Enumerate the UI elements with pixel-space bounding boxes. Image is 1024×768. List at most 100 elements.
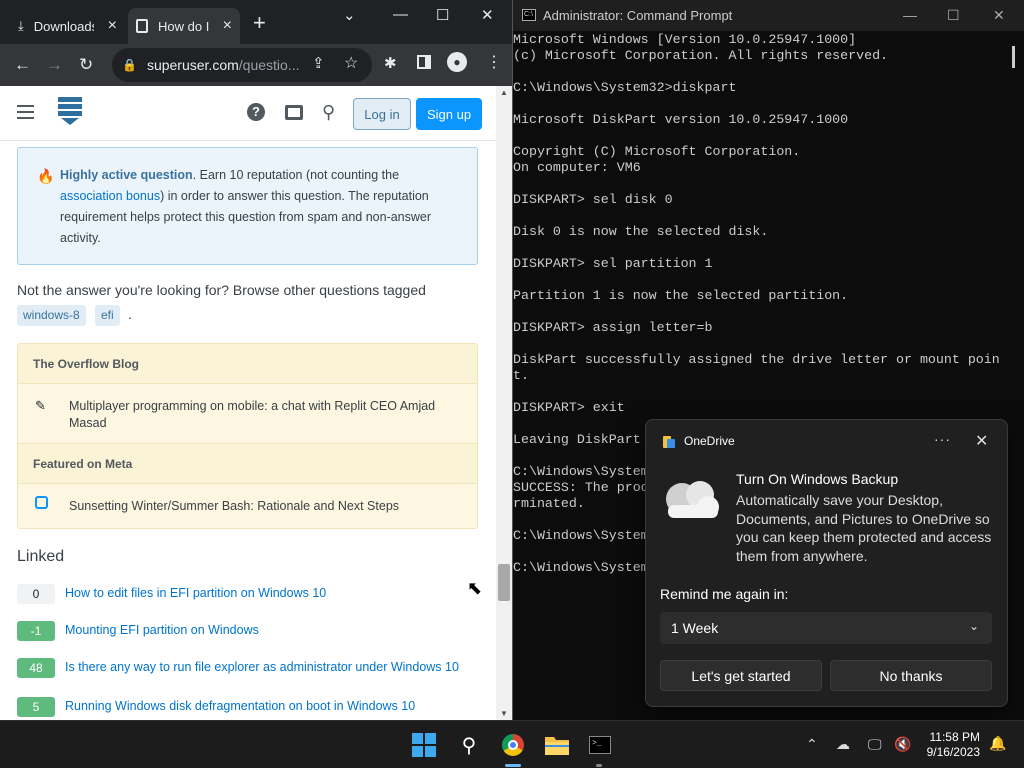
search-icon[interactable]: ⚲	[453, 729, 485, 761]
network-icon[interactable]: 🖵	[868, 736, 882, 753]
browser-toolbar: ← → ↻ 🔒 superuser.com /questio... ⇪ ☆ ✱ …	[0, 44, 512, 86]
close-icon[interactable]: ✕	[993, 7, 1005, 24]
notification-body: Automatically save your Desktop, Documen…	[736, 492, 992, 564]
file-explorer-button[interactable]	[541, 729, 573, 761]
clock-time: 11:58 PM	[929, 730, 980, 744]
system-clock[interactable]: 11:58 PM 9/16/2023	[922, 730, 980, 760]
bookmark-star-icon[interactable]: ☆	[344, 53, 358, 73]
profile-icon[interactable]: ●	[447, 52, 467, 72]
cmd-app-icon: C:\	[522, 9, 536, 21]
maximize-icon[interactable]: ☐	[947, 7, 960, 24]
linked-item-link[interactable]: Running Windows disk defragmentation on …	[65, 699, 415, 713]
onedrive-notification: OneDrive ··· ✕ Turn On Windows Backup Au…	[645, 419, 1008, 707]
tag-efi[interactable]: efi	[95, 305, 120, 326]
volume-muted-icon[interactable]: 🔇	[894, 736, 911, 753]
extensions-icon[interactable]: ✱	[384, 54, 397, 72]
side-panel-icon[interactable]	[417, 55, 431, 69]
blog-item-link[interactable]: Multiplayer programming on mobile: a cha…	[69, 399, 435, 430]
blog-item[interactable]: ✎ Multiplayer programming on mobile: a c…	[18, 384, 477, 444]
scrollbar-thumb[interactable]	[498, 564, 510, 601]
menu-dots-icon[interactable]: ⋮	[486, 52, 502, 72]
share-icon[interactable]: ⇪	[312, 54, 325, 72]
meta-item[interactable]: Sunsetting Winter/Summer Bash: Rationale…	[18, 484, 477, 528]
superuser-logo[interactable]	[57, 96, 83, 126]
meta-item-link[interactable]: Sunsetting Winter/Summer Bash: Rationale…	[69, 499, 399, 513]
notification-app-name: OneDrive	[684, 434, 735, 448]
reload-icon[interactable]: ↻	[79, 55, 93, 75]
login-button[interactable]: Log in	[353, 98, 411, 130]
console-line: Disk 0 is now the selected disk.	[513, 224, 769, 239]
scroll-up-icon[interactable]: ▲	[500, 88, 508, 97]
notice-text: . Earn 10 reputation (not counting the	[192, 168, 400, 182]
no-thanks-button[interactable]: No thanks	[830, 660, 992, 691]
notification-bell-icon[interactable]: 🔔	[989, 735, 1006, 752]
show-hidden-icons-chevron-icon[interactable]: ⌃	[806, 736, 818, 753]
notice-title: Highly active question	[60, 168, 193, 182]
search-icon[interactable]: ⚲	[322, 102, 335, 123]
vote-score: 5	[17, 697, 55, 717]
close-icon[interactable]: ✕	[481, 6, 494, 24]
remind-select-value: 1 Week	[671, 620, 719, 636]
cmd-title: Administrator: Command Prompt	[543, 8, 733, 23]
linked-item-link[interactable]: How to edit files in EFI partition on Wi…	[65, 586, 326, 600]
address-bar[interactable]: 🔒 superuser.com /questio...	[112, 48, 372, 82]
console-line: On computer: VM6	[513, 160, 641, 175]
linked-item-link[interactable]: Mounting EFI partition on Windows	[65, 623, 259, 637]
download-icon: ⤓	[18, 18, 24, 33]
linked-item[interactable]: 5 Running Windows disk defragmentation o…	[17, 697, 487, 719]
onedrive-tray-icon[interactable]: ☁	[836, 736, 850, 753]
tab-superuser[interactable]: How do I ×	[128, 8, 240, 44]
close-tab-icon[interactable]: ×	[108, 17, 117, 35]
console-line: Microsoft DiskPart version 10.0.25947.10…	[513, 112, 849, 127]
console-line: Partition 1 is now the selected partitio…	[513, 288, 849, 303]
new-tab-icon[interactable]: +	[253, 12, 266, 34]
close-icon[interactable]: ✕	[975, 431, 988, 451]
signup-button[interactable]: Sign up	[416, 98, 482, 130]
chrome-icon	[502, 734, 524, 756]
console-line: DiskPart successfully assigned the drive…	[513, 352, 1000, 367]
console-line: t.	[513, 368, 529, 383]
tab-downloads[interactable]: ⤓ Downloads ×	[10, 8, 125, 44]
clock-date: 9/16/2023	[926, 745, 980, 759]
chrome-taskbar-button[interactable]	[497, 729, 529, 761]
forward-icon[interactable]: →	[46, 55, 63, 75]
linked-item[interactable]: -1 Mounting EFI partition on Windows	[17, 621, 487, 643]
blog-heading: The Overflow Blog	[18, 344, 477, 384]
tag-windows-8[interactable]: windows-8	[17, 305, 86, 326]
terminal-button[interactable]: >_	[584, 729, 616, 761]
terminal-icon: >_	[589, 736, 611, 754]
scrollbar-thumb[interactable]	[1012, 46, 1015, 68]
flame-icon: 🔥	[37, 168, 55, 184]
vote-score: -1	[17, 621, 55, 641]
windows-start-icon	[412, 733, 436, 757]
linked-item[interactable]: 0 How to edit files in EFI partition on …	[17, 584, 487, 606]
scroll-down-icon[interactable]: ▼	[500, 709, 508, 718]
linked-item[interactable]: 48 Is there any way to run file explorer…	[17, 658, 487, 680]
minimize-icon[interactable]: —	[903, 7, 917, 23]
get-started-button[interactable]: Let's get started	[660, 660, 822, 691]
url-domain: superuser.com	[146, 57, 239, 73]
hamburger-menu-icon[interactable]	[17, 105, 34, 123]
cloud-icon	[666, 481, 719, 518]
linked-item-link[interactable]: Is there any way to run file explorer as…	[65, 660, 459, 674]
maximize-icon[interactable]: ☐	[436, 6, 449, 24]
page-scrollbar[interactable]: ▲ ▼	[496, 86, 512, 720]
remind-select[interactable]: 1 Week ⌄	[660, 612, 992, 644]
help-icon[interactable]: ?	[247, 103, 265, 121]
more-options-icon[interactable]: ···	[934, 431, 951, 447]
tab-search-chevron-icon[interactable]: ⌄	[343, 6, 356, 24]
console-line: DISKPART> exit	[513, 400, 625, 415]
start-button[interactable]	[408, 729, 440, 761]
minimize-icon[interactable]: —	[393, 6, 408, 23]
association-bonus-link[interactable]: association bonus	[60, 189, 160, 203]
close-tab-icon[interactable]: ×	[223, 17, 232, 35]
page-content: 🔥 Highly active question. Earn 10 reputa…	[0, 141, 496, 720]
console-line: DISKPART> sel partition 1	[513, 256, 713, 271]
back-icon[interactable]: ←	[14, 55, 31, 75]
stack-exchange-icon[interactable]	[285, 105, 303, 120]
tab-strip: ⤓ Downloads × How do I × + ⌄ — ☐ ✕	[0, 0, 512, 44]
